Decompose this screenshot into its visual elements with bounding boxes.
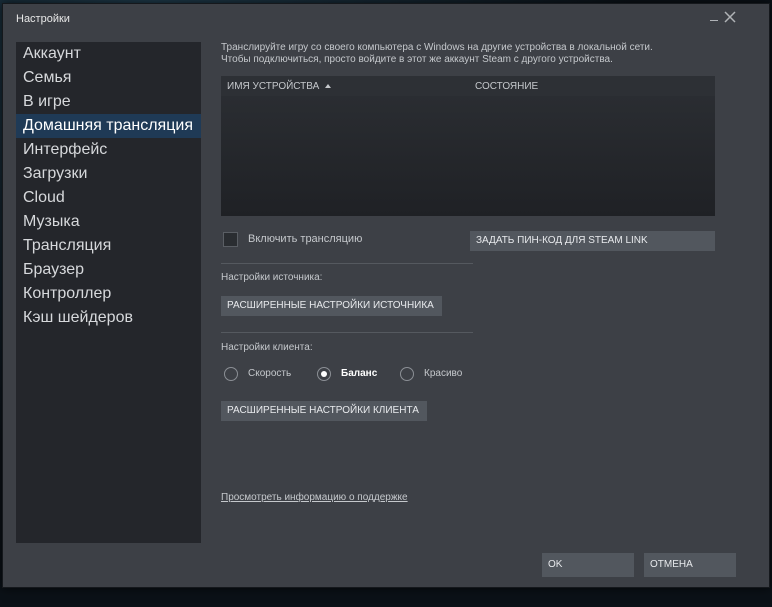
sidebar-item-interface[interactable]: Интерфейс — [16, 138, 201, 162]
remote-play-panel: Транслируйте игру со своего компьютера с… — [201, 42, 727, 543]
column-header-state[interactable]: СОСТОЯНИЕ — [469, 76, 715, 96]
sidebar-item-remote-play[interactable]: Домашняя трансляция — [16, 114, 201, 138]
sidebar-item-broadcast[interactable]: Трансляция — [16, 234, 201, 258]
enable-streaming-label: Включить трансляцию — [248, 233, 363, 245]
divider — [221, 263, 473, 264]
cancel-button[interactable]: ОТМЕНА — [644, 553, 736, 577]
minimize-icon[interactable] — [708, 8, 720, 24]
window-title: Настройки — [16, 13, 70, 25]
intro-line-1: Транслируйте игру со своего компьютера с… — [221, 42, 653, 53]
column-header-device-name[interactable]: ИМЯ УСТРОЙСТВА — [221, 76, 471, 96]
column-header-device-name-label: ИМЯ УСТРОЙСТВА — [227, 81, 320, 92]
advanced-client-settings-button[interactable]: РАСШИРЕННЫЕ НАСТРОЙКИ КЛИЕНТА — [221, 401, 427, 421]
sort-ascending-icon — [325, 84, 332, 88]
device-table: ИМЯ УСТРОЙСТВА СОСТОЯНИЕ — [221, 76, 715, 216]
divider — [221, 332, 473, 333]
ok-button[interactable]: OK — [542, 553, 634, 577]
sidebar-item-cloud[interactable]: Cloud — [16, 186, 201, 210]
radio-button[interactable] — [400, 367, 414, 381]
sidebar-item-browser[interactable]: Браузер — [16, 258, 201, 282]
sidebar-item-shader-cache[interactable]: Кэш шейдеров — [16, 306, 201, 330]
sidebar-item-in-game[interactable]: В игре — [16, 90, 201, 114]
advanced-source-settings-button[interactable]: РАСШИРЕННЫЕ НАСТРОЙКИ ИСТОЧНИКА — [221, 296, 442, 316]
client-settings-label: Настройки клиента: — [221, 342, 313, 353]
title-bar[interactable]: Настройки — [3, 4, 769, 34]
intro-line-2: Чтобы подключиться, просто войдите в это… — [221, 54, 613, 65]
close-icon[interactable] — [723, 10, 737, 24]
radio-button[interactable] — [317, 367, 331, 381]
set-pin-button[interactable]: ЗАДАТЬ ПИН-КОД ДЛЯ STEAM LINK — [470, 231, 715, 251]
settings-sidebar: Аккаунт Семья В игре Домашняя трансляция… — [16, 42, 201, 543]
intro-text: Транслируйте игру со своего компьютера с… — [221, 42, 721, 66]
sidebar-item-downloads[interactable]: Загрузки — [16, 162, 201, 186]
sidebar-item-family[interactable]: Семья — [16, 66, 201, 90]
settings-window: Настройки Аккаунт Семья В игре Домашняя … — [2, 3, 770, 588]
support-info-link[interactable]: Просмотреть информацию о поддержке — [221, 492, 408, 503]
sidebar-item-music[interactable]: Музыка — [16, 210, 201, 234]
enable-streaming-checkbox[interactable] — [223, 232, 238, 247]
radio-selected-dot — [321, 371, 327, 377]
source-settings-label: Настройки источника: — [221, 272, 323, 283]
sidebar-item-account[interactable]: Аккаунт — [16, 42, 201, 66]
sidebar-item-controller[interactable]: Контроллер — [16, 282, 201, 306]
radio-beautiful-label: Красиво — [424, 368, 463, 379]
radio-button[interactable] — [224, 367, 238, 381]
radio-balance-label: Баланс — [341, 368, 378, 379]
radio-speed-label: Скорость — [248, 368, 292, 379]
